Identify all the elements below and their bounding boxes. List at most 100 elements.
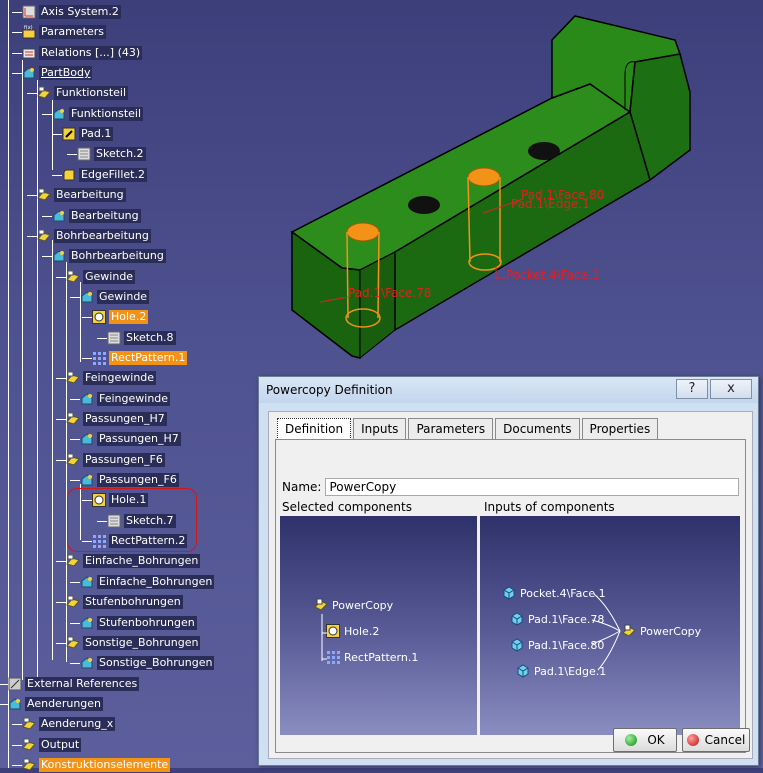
input-face-80-node[interactable]: Pad.1\Face.80: [510, 638, 604, 652]
tree-node[interactable]: Relations [...] (43): [22, 45, 143, 61]
tree-node[interactable]: Feingewinde: [66, 370, 157, 386]
tree-node[interactable]: Gewinde: [80, 289, 150, 305]
axis-system-icon: [22, 5, 36, 19]
tree-connector: [12, 744, 22, 746]
tree-node[interactable]: Passungen_F6: [66, 452, 165, 468]
tree-connector: [56, 419, 66, 420]
tree-node-label: Sketch.2: [94, 147, 146, 162]
dialog-client: Definition Inputs Parameters Documents P…: [268, 411, 753, 759]
tree-node[interactable]: Einfache_Bohrungen: [80, 574, 215, 590]
selected-hole-node[interactable]: Hole.2: [326, 624, 379, 638]
tab-definition[interactable]: Definition: [277, 418, 352, 440]
tree-node[interactable]: f(x) Parameters: [22, 24, 106, 40]
tree-node-label: Feingewinde: [97, 391, 171, 406]
tree-node[interactable]: Sonstige_Bohrungen: [66, 635, 201, 651]
folder-icon: [66, 595, 80, 608]
tree-connector: [27, 195, 37, 197]
body-icon: [81, 657, 93, 669]
body-icon: [81, 474, 93, 486]
cancel-button[interactable]: Cancel: [682, 728, 750, 752]
powercopy-dialog: Powercopy Definition ? x Definition Inpu…: [258, 376, 759, 766]
part-model[interactable]: [290, 15, 691, 360]
folder-icon: [22, 758, 36, 771]
tree-node-label: Bearbeitung: [54, 188, 126, 203]
tree-node[interactable]: Sketch.2: [77, 146, 146, 162]
tree-connector: [70, 439, 80, 441]
name-field[interactable]: [325, 478, 740, 496]
tree-node[interactable]: Sonstige_Bohrungen: [80, 655, 215, 671]
tree-connector: [82, 357, 92, 359]
tree-node[interactable]: Konstruktionselemente: [22, 757, 171, 773]
tree-connector: [70, 398, 80, 400]
tree-node-label: Pad.1: [79, 127, 114, 142]
tree-node[interactable]: Gewinde: [66, 269, 136, 285]
tree-node[interactable]: Bohrbearbeitung: [37, 228, 151, 244]
tab-documents[interactable]: Documents: [495, 418, 580, 439]
tree-node[interactable]: Passungen_H7: [66, 411, 167, 427]
input-pocket-face-node[interactable]: Pocket.4\Face.1: [502, 586, 606, 600]
svg-text:f(x): f(x): [24, 25, 33, 31]
tree-node[interactable]: EdgeFillet.2: [62, 167, 147, 183]
ok-button[interactable]: OK: [613, 728, 677, 752]
folder-icon: [37, 188, 51, 201]
tree-node[interactable]: Bearbeitung: [52, 208, 141, 224]
tree-node[interactable]: Stufenbohrungen: [66, 594, 183, 610]
tree-node[interactable]: Bohrbearbeitung: [52, 248, 166, 264]
selected-powercopy-node[interactable]: PowerCopy: [314, 598, 393, 612]
tree-node-label: PartBody: [39, 66, 93, 81]
tree-node-label: Funktionsteil: [69, 106, 144, 121]
tree-node[interactable]: Passungen_H7: [80, 431, 181, 447]
tree-node[interactable]: Feingewinde: [80, 391, 171, 407]
tree-node[interactable]: Sketch.8: [107, 330, 176, 346]
folder-icon: [66, 554, 80, 568]
help-button[interactable]: ?: [676, 379, 708, 399]
tree-connector: [27, 93, 37, 95]
dialog-title: Powercopy Definition: [266, 383, 393, 397]
tree-node[interactable]: Passungen_F6: [80, 472, 179, 488]
pad-icon: [62, 127, 76, 141]
body-icon: [81, 616, 93, 628]
pattern-icon: [93, 351, 106, 365]
tree-connector: [37, 220, 38, 680]
body-icon: [9, 698, 21, 710]
input-face-78-node[interactable]: Pad.1\Face.78: [510, 612, 604, 626]
sketch-icon: [77, 147, 91, 161]
tree-connector: [12, 12, 22, 13]
tree-node[interactable]: Stufenbohrungen: [80, 615, 197, 631]
tree-node[interactable]: RectPattern.1: [92, 350, 188, 366]
tree-connector: [0, 703, 8, 705]
tree-node[interactable]: Aenderungen: [8, 696, 104, 712]
tree-node[interactable]: PartBody: [22, 65, 93, 81]
tree-node[interactable]: Funktionsteil: [37, 85, 129, 101]
input-target-powercopy-node[interactable]: PowerCopy: [622, 624, 701, 638]
tree-connector: [70, 663, 80, 665]
external-references-icon: [8, 677, 22, 691]
close-button[interactable]: x: [710, 379, 752, 399]
input-edge-1-node[interactable]: Pad.1\Edge.1: [516, 664, 606, 678]
folder-icon: [66, 412, 80, 425]
inputs-of-components-panel[interactable]: Pocket.4\Face.1 Pad.1\Face.78 Pad.1\Face…: [480, 516, 740, 735]
tree-node[interactable]: Einfache_Bohrungen: [66, 553, 201, 569]
selected-rectpattern-node[interactable]: RectPattern.1: [326, 650, 418, 664]
relations-icon: [22, 48, 36, 59]
selected-components-panel[interactable]: PowerCopy Hole.2 RectPattern.1: [280, 516, 477, 735]
face-icon: [503, 586, 515, 600]
tab-inputs[interactable]: Inputs: [353, 418, 407, 439]
tab-parameters[interactable]: Parameters: [408, 418, 494, 439]
tree-node[interactable]: Output: [22, 737, 82, 753]
tree-node[interactable]: Bearbeitung: [37, 187, 126, 203]
tree-node[interactable]: Funktionsteil: [52, 106, 144, 122]
tree-node-label: Sketch.8: [124, 330, 176, 345]
tree-connector: [42, 256, 52, 258]
tree-node[interactable]: Aenderung_x: [22, 716, 116, 732]
3d-viewer[interactable]: Pad.1\Face.80 Pad.1\Edge.1 Pocket.4\Face…: [280, 0, 763, 375]
tree-connector: [42, 113, 52, 115]
tree-node[interactable]: External References: [8, 676, 140, 692]
tree-node-label: Aenderungen: [25, 696, 104, 711]
tab-properties[interactable]: Properties: [581, 418, 659, 439]
body-icon: [23, 67, 35, 79]
tree-node[interactable]: Axis System.2: [22, 4, 121, 20]
tree-node[interactable]: Pad.1: [62, 126, 114, 142]
tree-node[interactable]: Hole.2: [92, 309, 149, 325]
tree-connector: [97, 337, 107, 339]
